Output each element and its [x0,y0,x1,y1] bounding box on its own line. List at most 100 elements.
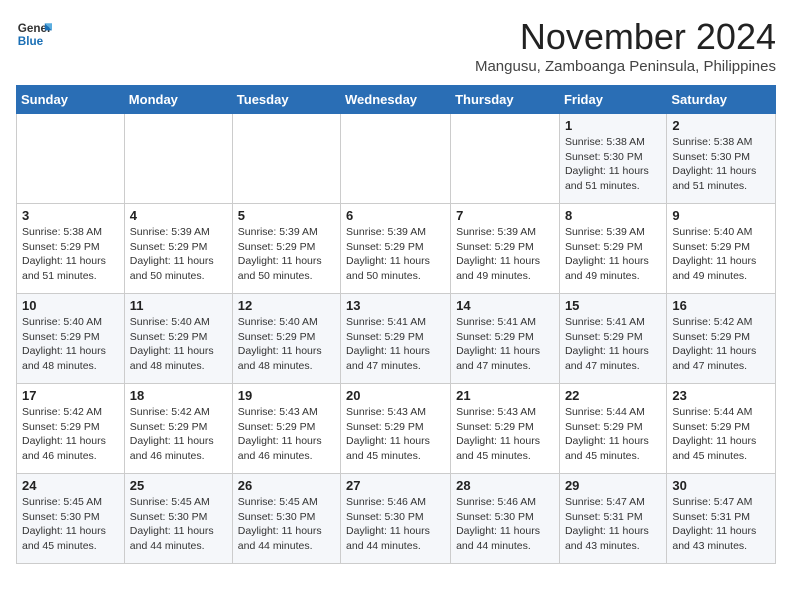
calendar-cell [232,114,340,204]
calendar-cell: 25 Sunrise: 5:45 AMSunset: 5:30 PMDayligh… [124,474,232,564]
day-info: Sunrise: 5:38 AMSunset: 5:30 PMDaylight:… [565,135,661,194]
day-info: Sunrise: 5:45 AMSunset: 5:30 PMDaylight:… [238,495,335,554]
day-info: Sunrise: 5:43 AMSunset: 5:29 PMDaylight:… [456,405,554,464]
day-info: Sunrise: 5:46 AMSunset: 5:30 PMDaylight:… [346,495,445,554]
calendar-cell: 29Sunrise: 5:47 AMSunset: 5:31 PMDayligh… [559,474,666,564]
calendar-cell: 14 Sunrise: 5:41 AMSunset: 5:29 PMDayligh… [451,294,560,384]
day-number: 17 [22,388,119,403]
weekday-header-tuesday: Tuesday [232,86,340,114]
calendar-week-5: 24 Sunrise: 5:45 AMSunset: 5:30 PMDayligh… [17,474,776,564]
calendar-cell: 15Sunrise: 5:41 AMSunset: 5:29 PMDayligh… [559,294,666,384]
calendar-cell: 7 Sunrise: 5:39 AMSunset: 5:29 PMDaylight… [451,204,560,294]
weekday-header-saturday: Saturday [667,86,776,114]
day-number: 13 [346,298,445,313]
calendar-cell: 9 Sunrise: 5:40 AMSunset: 5:29 PMDaylight… [667,204,776,294]
day-number: 22 [565,388,661,403]
day-number: 7 [456,208,554,223]
day-number: 20 [346,388,445,403]
calendar-cell [451,114,560,204]
calendar-cell: 10Sunrise: 5:40 AMSunset: 5:29 PMDayligh… [17,294,125,384]
calendar-cell: 28 Sunrise: 5:46 AMSunset: 5:30 PMDayligh… [451,474,560,564]
day-number: 4 [130,208,227,223]
day-info: Sunrise: 5:40 AMSunset: 5:29 PMDaylight:… [22,315,119,374]
calendar-cell: 17Sunrise: 5:42 AMSunset: 5:29 PMDayligh… [17,384,125,474]
day-info: Sunrise: 5:39 AMSunset: 5:29 PMDaylight:… [130,225,227,284]
day-info: Sunrise: 5:43 AMSunset: 5:29 PMDaylight:… [238,405,335,464]
calendar-cell: 20 Sunrise: 5:43 AMSunset: 5:29 PMDayligh… [341,384,451,474]
calendar-cell: 13 Sunrise: 5:41 AMSunset: 5:29 PMDayligh… [341,294,451,384]
calendar-cell: 23 Sunrise: 5:44 AMSunset: 5:29 PMDayligh… [667,384,776,474]
day-info: Sunrise: 5:39 AMSunset: 5:29 PMDaylight:… [456,225,554,284]
calendar-cell: 24 Sunrise: 5:45 AMSunset: 5:30 PMDayligh… [17,474,125,564]
day-info: Sunrise: 5:38 AMSunset: 5:30 PMDaylight:… [672,135,770,194]
calendar-cell [17,114,125,204]
weekday-header-thursday: Thursday [451,86,560,114]
day-number: 8 [565,208,661,223]
day-number: 1 [565,118,661,133]
calendar-cell: 27 Sunrise: 5:46 AMSunset: 5:30 PMDayligh… [341,474,451,564]
calendar-table: SundayMondayTuesdayWednesdayThursdayFrid… [16,85,776,564]
day-number: 3 [22,208,119,223]
day-number: 26 [238,478,335,493]
weekday-header-row: SundayMondayTuesdayWednesdayThursdayFrid… [17,86,776,114]
day-number: 29 [565,478,661,493]
day-number: 11 [130,298,227,313]
day-number: 5 [238,208,335,223]
page-header: General Blue November 2024 Mangusu, Zamb… [16,16,776,75]
calendar-week-2: 3Sunrise: 5:38 AMSunset: 5:29 PMDaylight… [17,204,776,294]
title-block: November 2024 Mangusu, Zamboanga Peninsu… [475,16,776,75]
calendar-cell [341,114,451,204]
day-info: Sunrise: 5:42 AMSunset: 5:29 PMDaylight:… [672,315,770,374]
day-info: Sunrise: 5:44 AMSunset: 5:29 PMDaylight:… [565,405,661,464]
day-number: 23 [672,388,770,403]
calendar-cell: 12 Sunrise: 5:40 AMSunset: 5:29 PMDayligh… [232,294,340,384]
day-number: 18 [130,388,227,403]
day-info: Sunrise: 5:45 AMSunset: 5:30 PMDaylight:… [22,495,119,554]
calendar-cell: 6 Sunrise: 5:39 AMSunset: 5:29 PMDaylight… [341,204,451,294]
calendar-cell: 3Sunrise: 5:38 AMSunset: 5:29 PMDaylight… [17,204,125,294]
day-info: Sunrise: 5:41 AMSunset: 5:29 PMDaylight:… [565,315,661,374]
calendar-cell [124,114,232,204]
calendar-cell: 30 Sunrise: 5:47 AMSunset: 5:31 PMDayligh… [667,474,776,564]
calendar-cell: 4 Sunrise: 5:39 AMSunset: 5:29 PMDaylight… [124,204,232,294]
day-info: Sunrise: 5:41 AMSunset: 5:29 PMDaylight:… [456,315,554,374]
calendar-week-4: 17Sunrise: 5:42 AMSunset: 5:29 PMDayligh… [17,384,776,474]
day-number: 24 [22,478,119,493]
day-number: 9 [672,208,770,223]
day-number: 19 [238,388,335,403]
day-info: Sunrise: 5:39 AMSunset: 5:29 PMDaylight:… [238,225,335,284]
day-number: 25 [130,478,227,493]
day-number: 21 [456,388,554,403]
day-number: 30 [672,478,770,493]
day-number: 6 [346,208,445,223]
day-number: 12 [238,298,335,313]
day-number: 14 [456,298,554,313]
logo: General Blue [16,16,52,52]
calendar-cell: 21 Sunrise: 5:43 AMSunset: 5:29 PMDayligh… [451,384,560,474]
day-number: 28 [456,478,554,493]
day-info: Sunrise: 5:39 AMSunset: 5:29 PMDaylight:… [346,225,445,284]
day-info: Sunrise: 5:44 AMSunset: 5:29 PMDaylight:… [672,405,770,464]
day-info: Sunrise: 5:41 AMSunset: 5:29 PMDaylight:… [346,315,445,374]
day-info: Sunrise: 5:45 AMSunset: 5:30 PMDaylight:… [130,495,227,554]
calendar-cell: 19 Sunrise: 5:43 AMSunset: 5:29 PMDayligh… [232,384,340,474]
calendar-cell: 26 Sunrise: 5:45 AMSunset: 5:30 PMDayligh… [232,474,340,564]
calendar-cell: 8 Sunrise: 5:39 AMSunset: 5:29 PMDaylight… [559,204,666,294]
day-number: 2 [672,118,770,133]
day-number: 27 [346,478,445,493]
calendar-cell: 22 Sunrise: 5:44 AMSunset: 5:29 PMDayligh… [559,384,666,474]
calendar-cell: 16 Sunrise: 5:42 AMSunset: 5:29 PMDayligh… [667,294,776,384]
weekday-header-monday: Monday [124,86,232,114]
day-info: Sunrise: 5:47 AMSunset: 5:31 PMDaylight:… [672,495,770,554]
calendar-week-3: 10Sunrise: 5:40 AMSunset: 5:29 PMDayligh… [17,294,776,384]
day-info: Sunrise: 5:40 AMSunset: 5:29 PMDaylight:… [238,315,335,374]
day-info: Sunrise: 5:46 AMSunset: 5:30 PMDaylight:… [456,495,554,554]
calendar-cell: 18Sunrise: 5:42 AMSunset: 5:29 PMDayligh… [124,384,232,474]
day-info: Sunrise: 5:43 AMSunset: 5:29 PMDaylight:… [346,405,445,464]
day-info: Sunrise: 5:39 AMSunset: 5:29 PMDaylight:… [565,225,661,284]
weekday-header-sunday: Sunday [17,86,125,114]
calendar-cell: 5 Sunrise: 5:39 AMSunset: 5:29 PMDaylight… [232,204,340,294]
weekday-header-friday: Friday [559,86,666,114]
day-number: 16 [672,298,770,313]
day-info: Sunrise: 5:40 AMSunset: 5:29 PMDaylight:… [672,225,770,284]
